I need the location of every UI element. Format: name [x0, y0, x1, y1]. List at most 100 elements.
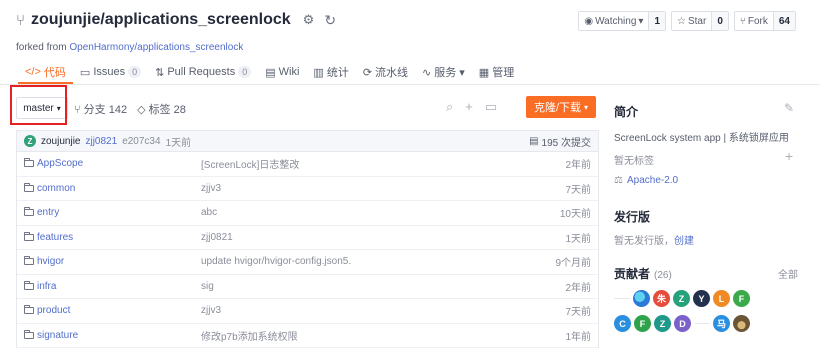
file-name-link[interactable]: features: [24, 232, 73, 243]
star-count[interactable]: 0: [711, 12, 728, 30]
services-icon: ∿: [422, 66, 431, 79]
avatar-letter: 朱: [657, 292, 666, 305]
contributor-avatar[interactable]: L: [713, 290, 730, 307]
intro-title: 简介: [614, 103, 798, 120]
contributor-avatar[interactable]: [633, 290, 650, 307]
contributor-avatar[interactable]: 马: [713, 315, 730, 332]
tab-services[interactable]: ∿服务▾: [415, 62, 472, 82]
file-commit-message[interactable]: update hvigor/hvigor-config.json5.: [201, 256, 351, 267]
latest-commit-row: Z zoujunjie zjj0821 e207c34 1天前 ▤195 次提交: [17, 131, 598, 152]
fork-button[interactable]: ⑂Fork 64: [734, 11, 796, 31]
tab-manage[interactable]: ▦管理: [472, 62, 521, 82]
file-commit-time: 1天前: [565, 230, 591, 245]
search-icon[interactable]: ⌕: [446, 99, 453, 115]
tab-wiki[interactable]: ▤Wiki: [258, 62, 306, 82]
branches-label: 分支 142: [84, 104, 127, 116]
tab-label: 服务: [434, 64, 456, 80]
table-row[interactable]: productzjjv37天前: [17, 299, 598, 324]
pipeline-icon: ⟳: [363, 66, 372, 79]
table-row[interactable]: hvigor update hvigor/hvigor-config.json5.…: [17, 250, 598, 275]
file-commit-time: 10天前: [560, 205, 591, 220]
star-button[interactable]: ☆Star 0: [671, 11, 729, 31]
avatar-letter: 马: [717, 317, 726, 330]
branch-icon: ⑂: [74, 104, 81, 116]
file-name-link[interactable]: entry: [24, 207, 59, 218]
commit-message[interactable]: zjj0821: [85, 136, 117, 147]
file-tools: ⌕ + ▭: [446, 99, 497, 115]
table-row[interactable]: features zjj0821 1天前: [17, 226, 598, 251]
releases-empty: 暂无发行版，创建: [614, 232, 798, 247]
commit-time: 1天前: [166, 134, 192, 149]
add-tag-icon[interactable]: +: [785, 148, 793, 164]
license-link[interactable]: ⚖Apache-2.0: [614, 175, 798, 186]
file-commit-message[interactable]: zjjv3: [201, 305, 221, 316]
avatar[interactable]: Z: [24, 135, 36, 147]
table-row[interactable]: entry abc 10天前: [17, 201, 598, 226]
tab-stats[interactable]: ▥统计: [306, 62, 355, 82]
file-commit-message[interactable]: zjj0821: [201, 232, 233, 243]
tab-divider: [0, 84, 820, 85]
file-name-link[interactable]: hvigor: [24, 256, 64, 267]
contributors-all-link[interactable]: 全部: [778, 266, 798, 281]
contributor-avatar[interactable]: Z: [673, 290, 690, 307]
forked-from-link[interactable]: OpenHarmony/applications_screenlock: [69, 42, 243, 53]
file-commit-message[interactable]: 修改p7b添加系统权限: [201, 328, 298, 343]
contributors-row-2: CFZD ——— 马: [614, 315, 798, 332]
sync-icon[interactable]: ↻: [324, 12, 336, 29]
contributor-avatar[interactable]: ———: [614, 290, 630, 307]
file-name-link[interactable]: infra: [24, 281, 56, 292]
watch-button[interactable]: ◉Watching▾ 1: [578, 11, 666, 31]
table-row[interactable]: commonzjjv37天前: [17, 177, 598, 202]
commit-author[interactable]: zoujunjie: [41, 136, 80, 147]
file-commit-message[interactable]: abc: [201, 207, 217, 218]
repo-actions: ◉Watching▾ 1 ☆Star 0 ⑂Fork 64: [578, 11, 796, 31]
contributor-avatar[interactable]: [733, 315, 750, 332]
wiki-icon: ▤: [265, 66, 275, 79]
file-commit-message[interactable]: zjjv3: [201, 183, 221, 194]
file-commit-message[interactable]: sig: [201, 281, 214, 292]
contributors-count: (26): [654, 270, 672, 281]
contributor-avatar[interactable]: D: [674, 315, 691, 332]
file-name-link[interactable]: product: [24, 305, 70, 316]
contributor-avatar[interactable]: F: [733, 290, 750, 307]
tab-pull-requests[interactable]: ⇅Pull Requests0: [148, 62, 258, 82]
create-release-link[interactable]: 创建: [674, 236, 694, 247]
tab-pipeline[interactable]: ⟳流水线: [356, 62, 415, 82]
edit-icon[interactable]: ✎: [784, 101, 794, 115]
file-name-link[interactable]: common: [24, 183, 75, 194]
star-label: Star: [688, 16, 706, 27]
add-file-icon[interactable]: +: [465, 99, 473, 115]
avatar-letter: D: [679, 319, 686, 329]
file-name-link[interactable]: AppScope: [24, 158, 83, 169]
table-row[interactable]: infrasig2年前: [17, 275, 598, 300]
contributor-avatar[interactable]: Y: [693, 290, 710, 307]
tab-issues[interactable]: ▭Issues0: [73, 62, 148, 82]
code-icon: </>: [25, 66, 41, 78]
contributor-avatar[interactable]: F: [634, 315, 651, 332]
repo-description: ScreenLock system app | 系统锁屏应用: [614, 129, 798, 144]
fork-icon: ⑂: [16, 12, 25, 29]
branches-link[interactable]: ⑂ 分支 142: [74, 101, 127, 117]
contributor-avatar[interactable]: Z: [654, 315, 671, 332]
contributor-avatar[interactable]: 朱: [653, 290, 670, 307]
watch-count[interactable]: 1: [648, 12, 665, 30]
folder-icon: [24, 258, 34, 265]
commit-hash[interactable]: e207c34: [122, 136, 160, 147]
issues-count-badge: 0: [128, 66, 141, 78]
gitee-badge-icon: ⚙: [303, 12, 315, 28]
contributor-avatar[interactable]: ———: [694, 315, 710, 332]
table-row[interactable]: signature修改p7b添加系统权限1年前: [17, 324, 598, 348]
commit-count[interactable]: ▤195 次提交: [529, 134, 591, 149]
tags-link[interactable]: ◇ 标签 28: [137, 101, 186, 117]
contributor-avatar[interactable]: C: [614, 315, 631, 332]
web-ide-icon[interactable]: ▭: [485, 99, 497, 115]
tab-code[interactable]: </>代码: [18, 62, 73, 84]
file-commit-message[interactable]: [ScreenLock]日志整改: [201, 156, 299, 171]
table-row[interactable]: AppScope[ScreenLock]日志整改2年前: [17, 152, 598, 177]
fork-count[interactable]: 64: [773, 12, 795, 30]
repo-title[interactable]: zoujunjie/applications_screenlock: [31, 11, 291, 29]
clone-download-button[interactable]: 克隆/下载 ▾: [526, 96, 596, 118]
file-name-link[interactable]: signature: [24, 330, 78, 341]
folder-icon: [24, 185, 34, 192]
contributors-row-1: ——— 朱ZYLF: [614, 290, 798, 307]
